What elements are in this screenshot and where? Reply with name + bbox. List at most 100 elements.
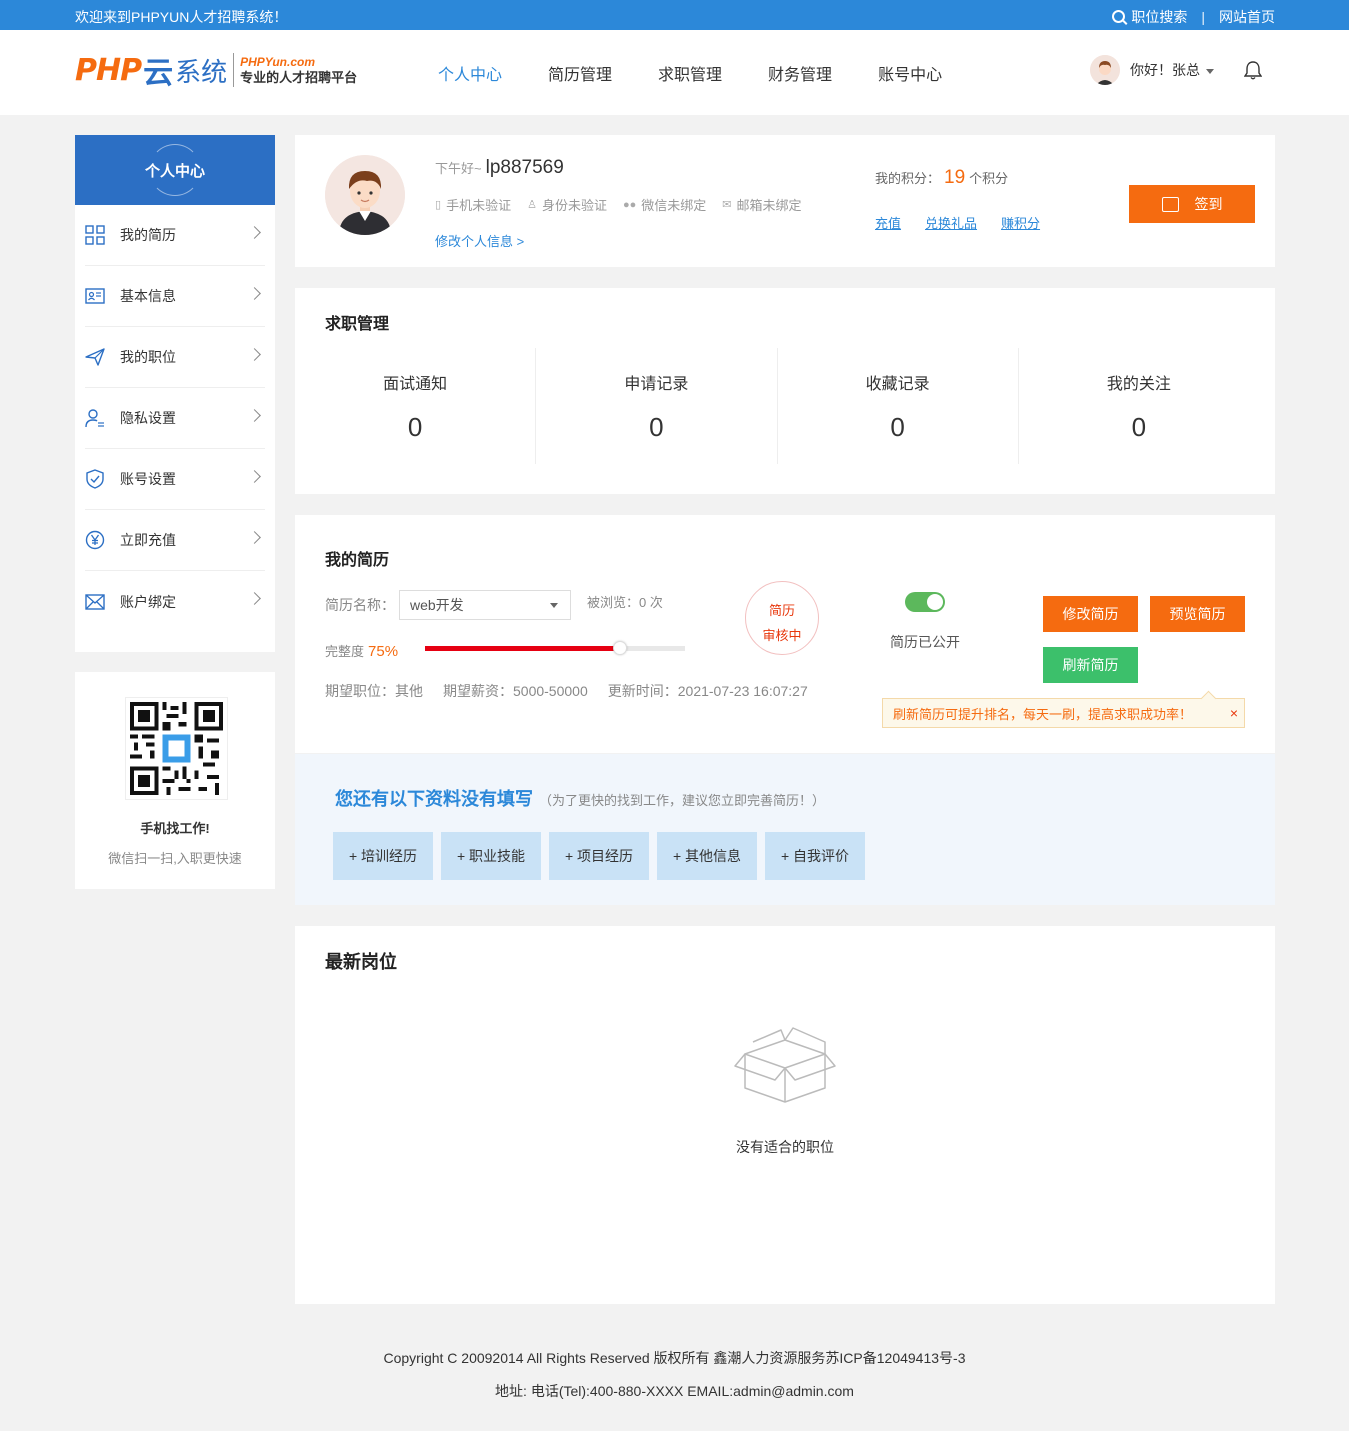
public-toggle[interactable] [905,592,945,612]
stat-value: 0 [407,412,423,442]
latest-jobs-card: 最新岗位 没有适合的职位 [295,926,1275,1304]
stat-value: 0 [1131,412,1147,442]
completeness-progress-bar [425,641,685,655]
resume-views: 被浏览：0 次 [587,595,663,610]
add-training-button[interactable]: + 培训经历 [333,832,433,880]
progress-knob [613,641,627,655]
expected-salary: 期望薪资：5000-50000 [443,683,588,699]
id-verification[interactable]: ♙ 身份未验证 [527,195,607,214]
chevron-right-icon [248,287,261,300]
stat-label: 收藏记录 [865,376,930,393]
calendar-icon [1161,196,1179,212]
nav-resume-management[interactable]: 简历管理 [548,61,612,85]
username: lp887569 [485,157,564,178]
my-resume-card: 我的简历 简历名称： web开发 被浏览：0 次 完整度 75% 期望职位：其他 … [295,515,1275,753]
email-binding-label: 邮箱未绑定 [736,198,802,213]
nav-personal-center[interactable]: 个人中心 [438,61,502,85]
user-lock-icon [85,408,105,428]
points-links: 充值 兑换礼品 赚积分 [875,213,1064,232]
sidebar-item-basic-info[interactable]: 基本信息 [85,266,265,327]
top-links: 职位搜索 | 网站首页 [1112,7,1275,27]
points-unit: 个积分 [969,171,1009,186]
sidebar-item-privacy[interactable]: 隐私设置 [85,388,265,449]
add-skills-button[interactable]: + 职业技能 [441,832,541,880]
wechat-binding[interactable]: ●● 微信未绑定 [623,195,706,214]
sidebar-item-label: 隐私设置 [120,410,176,426]
stat-following[interactable]: 我的关注 0 [1019,348,1259,464]
nav-finance-management[interactable]: 财务管理 [768,61,832,85]
sidebar-item-label: 基本信息 [120,288,176,304]
sidebar-item-recharge[interactable]: 立即充值 [85,510,265,571]
avatar[interactable] [1090,55,1120,85]
chevron-down-icon [550,603,558,608]
bell-icon[interactable] [1243,60,1263,80]
header: PHP 云 系统 PHPYun.com 专业的人才招聘平台 个人中心 简历管理 … [0,30,1349,115]
shield-icon [85,469,105,489]
stat-interview-notices[interactable]: 面试通知 0 [295,348,537,464]
mail-icon: ✉ [722,199,732,211]
send-icon [85,347,105,367]
sidebar-item-label: 我的简历 [120,227,176,243]
refresh-tip: 刷新简历可提升排名，每天一刷，提高求职成功率！ × [882,698,1245,728]
mail-icon [85,592,105,612]
resume-name-label: 简历名称： [325,597,395,613]
sidebar-item-label: 立即充值 [120,532,176,548]
stat-value: 0 [649,412,664,442]
verification-status: ▯ 手机未验证 ♙ 身份未验证 ●● 微信未绑定 ✉ 邮箱未绑定 [435,195,818,214]
phone-icon: ▯ [435,199,442,211]
stat-favorites[interactable]: 收藏记录 0 [778,348,1019,464]
main-nav: 个人中心 简历管理 求职管理 财务管理 账号中心 [438,61,988,85]
email-binding[interactable]: ✉ 邮箱未绑定 [722,195,801,214]
sidebar-item-account-binding[interactable]: 账户绑定 [85,571,265,632]
user-menu[interactable]: 你好！张总 [1130,60,1214,80]
audit-status-stamp: 简历 审核中 [745,581,819,655]
resume-name-row: 简历名称： web开发 [325,590,571,620]
checkin-button[interactable]: 签到 [1129,185,1255,223]
nav-account-center[interactable]: 账号中心 [878,61,942,85]
sidebar-item-account-settings[interactable]: 账号设置 [85,449,265,510]
greeting-prefix: 下午好~ [435,161,482,176]
nav-job-management[interactable]: 求职管理 [658,61,722,85]
sidebar-item-my-positions[interactable]: 我的职位 [85,327,265,388]
resume-select-value: web开发 [410,597,464,613]
home-link[interactable]: 网站首页 [1219,7,1275,27]
job-management-title: 求职管理 [325,316,390,333]
audit-line1: 简历 [768,603,795,618]
resume-select[interactable]: web开发 [399,590,571,620]
preview-resume-button[interactable]: 预览简历 [1150,596,1245,632]
edit-resume-button[interactable]: 修改简历 [1043,596,1138,632]
close-icon[interactable]: × [1230,705,1238,721]
avatar[interactable] [325,155,405,235]
refresh-resume-button[interactable]: 刷新简历 [1043,647,1138,683]
id-icon: ♙ [527,199,537,211]
chevron-right-icon [248,409,261,422]
edit-profile-link[interactable]: 修改个人信息 > [435,231,524,250]
add-other-info-button[interactable]: + 其他信息 [657,832,757,880]
toggle-knob [927,594,943,610]
logo-yun: 云 [143,57,174,90]
job-search-link[interactable]: 职位搜索 [1112,7,1187,27]
logo-divider [233,53,235,87]
grid-icon-svg [85,225,105,245]
phone-verification[interactable]: ▯ 手机未验证 [435,195,511,214]
add-self-evaluation-button[interactable]: + 自我评价 [765,832,865,880]
sidebar-header-ring [149,144,201,196]
redeem-gift-link[interactable]: 兑换礼品 [925,213,977,232]
grid-icon [85,225,105,245]
yen-icon [85,530,105,550]
footer-copyright: Copyright C 20092014 All Rights Reserved… [383,1350,966,1366]
stat-applications[interactable]: 申请记录 0 [536,348,778,464]
add-project-button[interactable]: + 项目经历 [549,832,649,880]
update-time: 更新时间：2021-07-23 16:07:27 [607,683,808,699]
phone-verification-label: 手机未验证 [446,198,512,213]
sidebar-item-my-resume[interactable]: 我的简历 [85,205,265,266]
sidebar-item-label: 我的职位 [120,349,176,365]
progress-fill [425,646,620,651]
greeting: 下午好~ lp887569 [435,157,564,179]
site-logo[interactable]: PHP 云 系统 PHPYun.com 专业的人才招聘平台 [75,50,358,91]
recharge-link[interactable]: 充值 [875,213,901,232]
logo-slogan: 专业的人才招聘平台 [240,70,358,85]
earn-points-link[interactable]: 赚积分 [1001,213,1040,232]
avatar-icon [1090,55,1120,85]
stat-label: 面试通知 [383,376,448,393]
